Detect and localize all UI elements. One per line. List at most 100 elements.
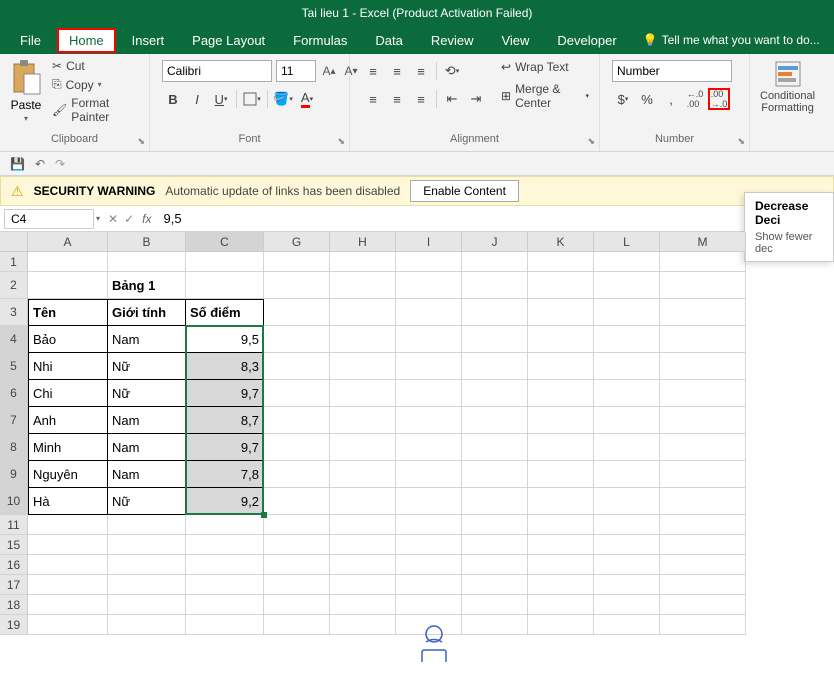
cell-L15[interactable] bbox=[594, 535, 660, 555]
cell-A9[interactable]: Nguyên bbox=[28, 461, 108, 488]
cell-M15[interactable] bbox=[660, 535, 746, 555]
save-button[interactable]: 💾 bbox=[10, 157, 25, 171]
cell-M17[interactable] bbox=[660, 575, 746, 595]
cell-L17[interactable] bbox=[594, 575, 660, 595]
cell-B6[interactable]: Nữ bbox=[108, 380, 186, 407]
cell-G16[interactable] bbox=[264, 555, 330, 575]
cell-L16[interactable] bbox=[594, 555, 660, 575]
row-header-19[interactable]: 19 bbox=[0, 615, 28, 635]
cell-M16[interactable] bbox=[660, 555, 746, 575]
cell-K3[interactable] bbox=[528, 299, 594, 326]
cell-J2[interactable] bbox=[462, 272, 528, 299]
cell-A8[interactable]: Minh bbox=[28, 434, 108, 461]
cell-H19[interactable] bbox=[330, 615, 396, 635]
cell-L1[interactable] bbox=[594, 252, 660, 272]
row-header-1[interactable]: 1 bbox=[0, 252, 28, 272]
row-header-17[interactable]: 17 bbox=[0, 575, 28, 595]
col-header-A[interactable]: A bbox=[28, 232, 108, 252]
number-format-select[interactable] bbox=[612, 60, 732, 82]
cell-G18[interactable] bbox=[264, 595, 330, 615]
cell-G5[interactable] bbox=[264, 353, 330, 380]
row-header-18[interactable]: 18 bbox=[0, 595, 28, 615]
cell-H6[interactable] bbox=[330, 380, 396, 407]
align-top-button[interactable]: ≡ bbox=[362, 60, 384, 82]
cell-K15[interactable] bbox=[528, 535, 594, 555]
cell-C8[interactable]: 9,7 bbox=[186, 434, 264, 461]
cell-L3[interactable] bbox=[594, 299, 660, 326]
row-header-10[interactable]: 10 bbox=[0, 488, 28, 515]
cell-J1[interactable] bbox=[462, 252, 528, 272]
cell-H1[interactable] bbox=[330, 252, 396, 272]
cell-J7[interactable] bbox=[462, 407, 528, 434]
cell-C16[interactable] bbox=[186, 555, 264, 575]
row-headers[interactable]: 12345678910111516171819 bbox=[0, 252, 28, 635]
tab-data[interactable]: Data bbox=[363, 28, 414, 53]
tab-file[interactable]: File bbox=[8, 28, 53, 53]
spreadsheet-grid[interactable]: ABCGHIJKLM 12345678910111516171819 Bảng … bbox=[0, 232, 834, 662]
cell-L4[interactable] bbox=[594, 326, 660, 353]
fx-icon[interactable]: fx bbox=[142, 212, 151, 226]
cell-K7[interactable] bbox=[528, 407, 594, 434]
cell-B17[interactable] bbox=[108, 575, 186, 595]
cell-M7[interactable] bbox=[660, 407, 746, 434]
copy-button[interactable]: ⎘Copy▾ bbox=[50, 76, 141, 93]
cell-A7[interactable]: Anh bbox=[28, 407, 108, 434]
cell-I17[interactable] bbox=[396, 575, 462, 595]
cell-M6[interactable] bbox=[660, 380, 746, 407]
cell-M10[interactable] bbox=[660, 488, 746, 515]
cell-L18[interactable] bbox=[594, 595, 660, 615]
cell-C15[interactable] bbox=[186, 535, 264, 555]
cell-B15[interactable] bbox=[108, 535, 186, 555]
cell-M11[interactable] bbox=[660, 515, 746, 535]
cell-J6[interactable] bbox=[462, 380, 528, 407]
cell-K10[interactable] bbox=[528, 488, 594, 515]
conditional-formatting-button[interactable]: Conditional Formatting bbox=[760, 60, 815, 114]
tab-developer[interactable]: Developer bbox=[545, 28, 628, 53]
orientation-button[interactable]: ⟲▾ bbox=[441, 60, 463, 82]
cell-J9[interactable] bbox=[462, 461, 528, 488]
cell-H18[interactable] bbox=[330, 595, 396, 615]
cell-B9[interactable]: Nam bbox=[108, 461, 186, 488]
paste-button[interactable]: Paste ▾ bbox=[8, 58, 44, 125]
row-header-4[interactable]: 4 bbox=[0, 326, 28, 353]
cell-K8[interactable] bbox=[528, 434, 594, 461]
cancel-icon[interactable]: ✕ bbox=[108, 212, 118, 226]
percent-button[interactable]: % bbox=[636, 88, 658, 110]
cell-G4[interactable] bbox=[264, 326, 330, 353]
accounting-format-button[interactable]: $▾ bbox=[612, 88, 634, 110]
cell-K11[interactable] bbox=[528, 515, 594, 535]
cell-C7[interactable]: 8,7 bbox=[186, 407, 264, 434]
cell-A16[interactable] bbox=[28, 555, 108, 575]
align-bottom-button[interactable]: ≡ bbox=[410, 60, 432, 82]
cell-I9[interactable] bbox=[396, 461, 462, 488]
italic-button[interactable]: I bbox=[186, 88, 208, 110]
cell-A10[interactable]: Hà bbox=[28, 488, 108, 515]
cell-J19[interactable] bbox=[462, 615, 528, 635]
cell-K17[interactable] bbox=[528, 575, 594, 595]
cell-M1[interactable] bbox=[660, 252, 746, 272]
cell-I3[interactable] bbox=[396, 299, 462, 326]
cell-J4[interactable] bbox=[462, 326, 528, 353]
cell-C4[interactable]: 9,5 bbox=[186, 326, 264, 353]
cell-B8[interactable]: Nam bbox=[108, 434, 186, 461]
cell-L19[interactable] bbox=[594, 615, 660, 635]
wrap-text-button[interactable]: ↩Wrap Text bbox=[499, 58, 591, 76]
cell-A5[interactable]: Nhi bbox=[28, 353, 108, 380]
cell-B1[interactable] bbox=[108, 252, 186, 272]
select-all-corner[interactable] bbox=[0, 232, 28, 252]
cell-G19[interactable] bbox=[264, 615, 330, 635]
cell-I19[interactable] bbox=[396, 615, 462, 635]
cell-L7[interactable] bbox=[594, 407, 660, 434]
cell-K9[interactable] bbox=[528, 461, 594, 488]
decrease-decimal-button[interactable]: .00→.0 bbox=[708, 88, 730, 110]
cell-C9[interactable]: 7,8 bbox=[186, 461, 264, 488]
cell-A6[interactable]: Chi bbox=[28, 380, 108, 407]
cell-I16[interactable] bbox=[396, 555, 462, 575]
cell-H16[interactable] bbox=[330, 555, 396, 575]
underline-button[interactable]: U▾ bbox=[210, 88, 232, 110]
cell-I7[interactable] bbox=[396, 407, 462, 434]
cell-B5[interactable]: Nữ bbox=[108, 353, 186, 380]
tab-home[interactable]: Home bbox=[57, 28, 116, 53]
cell-I1[interactable] bbox=[396, 252, 462, 272]
cell-H17[interactable] bbox=[330, 575, 396, 595]
